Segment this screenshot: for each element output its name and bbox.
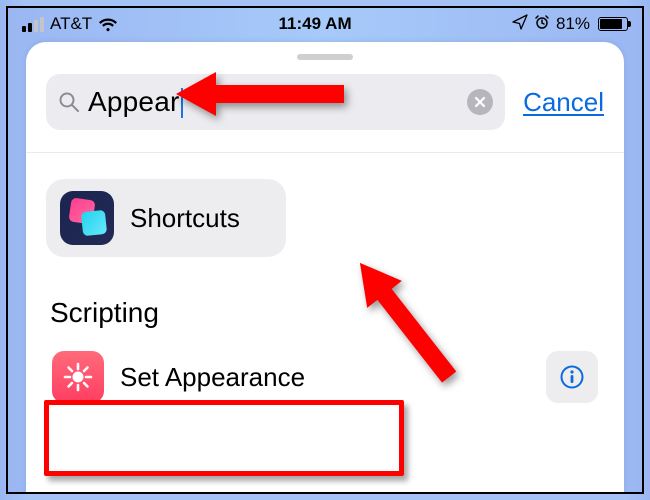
location-icon [512,14,528,35]
search-field[interactable]: Appear [46,74,505,130]
clear-search-button[interactable] [467,89,493,115]
screenshot-frame: AT&T 11:49 AM 81% Appear [6,6,644,494]
search-input[interactable]: Appear [88,86,459,119]
sheet-grabber[interactable] [297,54,353,60]
clock: 11:49 AM [279,14,352,34]
action-label: Set Appearance [120,362,305,393]
info-button[interactable] [546,351,598,403]
annotation-highlight [44,400,404,476]
shortcuts-app-icon [60,191,114,245]
carrier-label: AT&T [50,14,92,34]
cancel-button[interactable]: Cancel [523,87,604,118]
battery-percent: 81% [556,14,590,34]
alarm-icon [534,14,550,35]
battery-icon [598,17,628,31]
app-suggestion-label: Shortcuts [130,203,240,234]
search-icon [58,91,80,113]
wifi-icon [98,17,118,32]
status-bar: AT&T 11:49 AM 81% [8,8,642,40]
section-header-scripting: Scripting [50,297,604,329]
search-row: Appear Cancel [26,74,624,153]
app-suggestion-shortcuts[interactable]: Shortcuts [46,179,286,257]
cell-signal-icon [22,17,44,32]
sun-icon [52,351,104,403]
